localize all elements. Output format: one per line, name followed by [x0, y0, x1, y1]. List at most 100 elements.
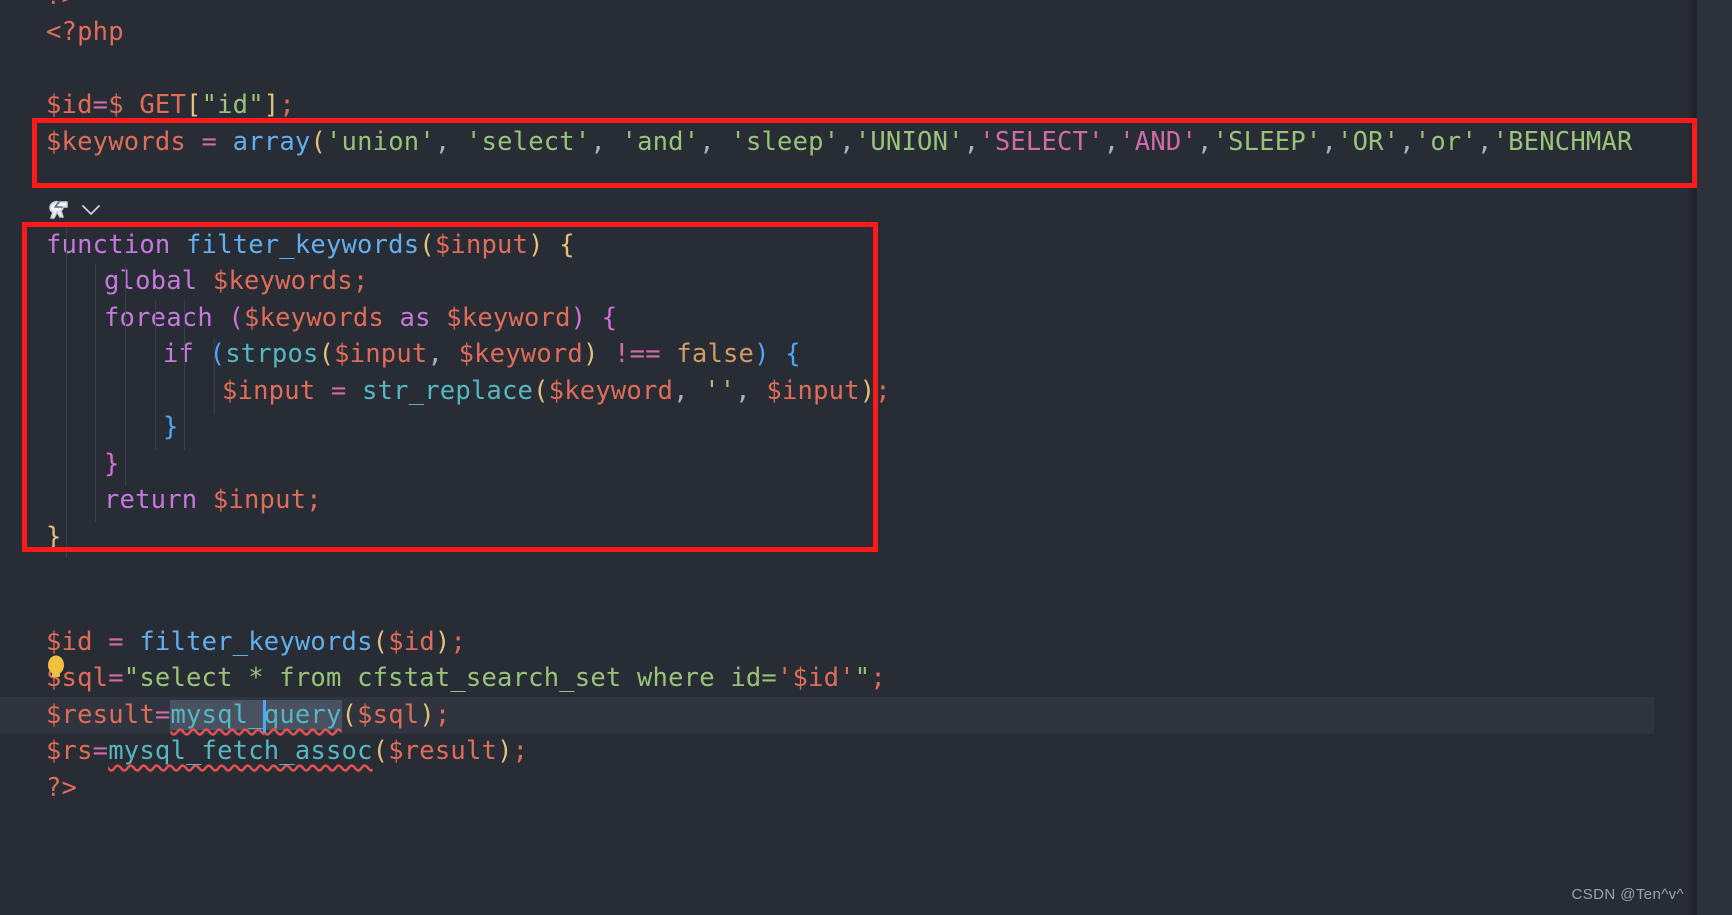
token-comma: ,: [1321, 127, 1338, 157]
code-line-19[interactable]: $sql="select * from cfstat_search_set wh…: [0, 660, 1654, 697]
code-line-15[interactable]: }: [0, 519, 1654, 556]
chevron-down-icon[interactable]: [80, 203, 102, 217]
codelens-row[interactable]: [46, 194, 102, 226]
token-paren-close: ): [434, 627, 451, 657]
token-paren-close-inner: ): [582, 339, 599, 369]
token-semicolon: ;: [434, 700, 451, 730]
lightbulb-icon[interactable]: [45, 654, 67, 686]
token-param-input: $input: [434, 230, 529, 260]
token-fn-mysql-left: mysql_: [170, 700, 264, 730]
code-line-9[interactable]: foreach ($keywords as $keyword) {: [0, 300, 1654, 337]
token-var-id: $id: [46, 627, 93, 657]
php-close-tag: ?>: [46, 773, 78, 803]
token-kw-select-uc: 'SELECT': [979, 127, 1104, 157]
php-open-tag: <?php: [46, 17, 124, 47]
code-line-7[interactable]: function filter_keywords($input) {: [0, 227, 1654, 264]
code-line-20[interactable]: $result=mysql_query($sql);: [0, 697, 1654, 734]
token-comma: ,: [1103, 127, 1120, 157]
token-kw-union-uc: 'UNION': [854, 127, 964, 157]
token-superglobal-get: $_GET: [108, 90, 186, 120]
token-const-false: false: [676, 339, 755, 369]
code-content[interactable]: ?> <?php $id=$_GET["id"]; $keywords = ar…: [0, 0, 1700, 915]
indent-guide: [95, 264, 96, 522]
token-paren-open: (: [310, 127, 326, 157]
token-paren-close: ): [419, 700, 435, 730]
token-arg-keyword: $keyword: [458, 339, 583, 369]
token-var-id: $id: [46, 90, 93, 120]
csdn-watermark: CSDN @Ten^v^: [1571, 886, 1684, 903]
code-line-4[interactable]: $id=$_GET["id"];: [0, 87, 1654, 124]
token-bracket-close: ]: [263, 90, 280, 120]
token-fn-strpos: strpos: [225, 339, 319, 369]
token-paren-open: (: [209, 339, 226, 369]
code-line-8[interactable]: global $keywords;: [0, 263, 1654, 300]
code-line-21[interactable]: $rs=mysql_fetch_assoc($result);: [0, 733, 1654, 770]
code-editor[interactable]: ?> <?php $id=$_GET["id"]; $keywords = ar…: [0, 0, 1732, 915]
php-elephant-icon[interactable]: [46, 198, 72, 222]
token-paren-close: ): [570, 303, 587, 333]
token-kw-or-uc: 'OR': [1337, 127, 1400, 157]
token-string-id: "id": [201, 90, 264, 120]
token-var-keywords: $keywords: [212, 266, 353, 296]
token-kw-if: if: [163, 339, 195, 369]
code-line-1[interactable]: ?>: [0, 0, 1654, 15]
token-bracket-open: [: [186, 90, 202, 120]
token-paren-close: ): [528, 230, 544, 260]
code-line-2[interactable]: <?php: [0, 14, 1654, 51]
token-arg-input: $input: [766, 376, 860, 406]
token-paren-open: (: [533, 376, 549, 406]
token-comma: ,: [1477, 127, 1493, 157]
token-kw-function: function: [46, 230, 171, 260]
indent-guide: [66, 228, 67, 558]
php-close-tag: ?>: [46, 0, 77, 11]
token-fn-mysql-fetch-assoc: mysql_fetch_assoc: [108, 736, 373, 766]
token-paren-open: (: [372, 627, 389, 657]
token-assign: =: [330, 376, 347, 406]
token-semicolon: ;: [870, 663, 886, 693]
token-kw-select-lc: 'select': [465, 127, 591, 157]
code-line-16[interactable]: [0, 555, 1654, 592]
token-brace-close-foreach: }: [104, 449, 120, 479]
token-empty-string: '': [704, 376, 736, 406]
token-comma: ,: [735, 376, 767, 406]
token-kw-return: return: [104, 485, 198, 515]
token-semicolon: ;: [306, 485, 322, 515]
code-line-5[interactable]: $keywords = array('union', 'select', 'an…: [0, 124, 1654, 161]
token-arg-id: $id: [388, 627, 435, 657]
token-fn-str-replace: str_replace: [362, 376, 534, 406]
editor-minimap-gutter[interactable]: [1696, 0, 1732, 915]
token-var-input: $input: [212, 485, 307, 515]
token-kw-benchmark: 'BENCHMAR: [1492, 127, 1633, 157]
token-fn-name-filter-keywords: filter_keywords: [185, 230, 420, 260]
token-var-result: $result: [46, 700, 155, 730]
token-sql-string-close: ": [854, 663, 871, 693]
code-line-18[interactable]: $id = filter_keywords($id);: [0, 624, 1654, 661]
token-kw-or-lc: 'or': [1414, 127, 1478, 157]
code-line-12[interactable]: }: [0, 409, 1654, 446]
token-comma: ,: [839, 127, 855, 157]
indent-guide: [155, 300, 156, 450]
code-line-13[interactable]: }: [0, 446, 1654, 483]
token-arg-result: $result: [388, 736, 498, 766]
code-line-17[interactable]: [0, 591, 1654, 628]
code-line-14[interactable]: return $input;: [0, 482, 1654, 519]
token-brace-close-if: }: [163, 412, 179, 442]
code-line-10[interactable]: if (strpos($input, $keyword) !== false) …: [0, 336, 1654, 373]
selection-highlight-mysql-query[interactable]: mysql_query: [170, 700, 342, 733]
token-assign: =: [201, 127, 218, 157]
token-comma: ,: [699, 127, 731, 157]
code-line-3[interactable]: [0, 50, 1654, 87]
token-brace-open-if: {: [785, 339, 801, 369]
token-comma: ,: [963, 127, 980, 157]
token-comma: ,: [1399, 127, 1415, 157]
token-interpolated-id: '$id': [776, 663, 855, 693]
code-line-11[interactable]: $input = str_replace($keyword, '', $inpu…: [0, 373, 1654, 410]
code-line-22[interactable]: ?>: [0, 770, 1654, 807]
